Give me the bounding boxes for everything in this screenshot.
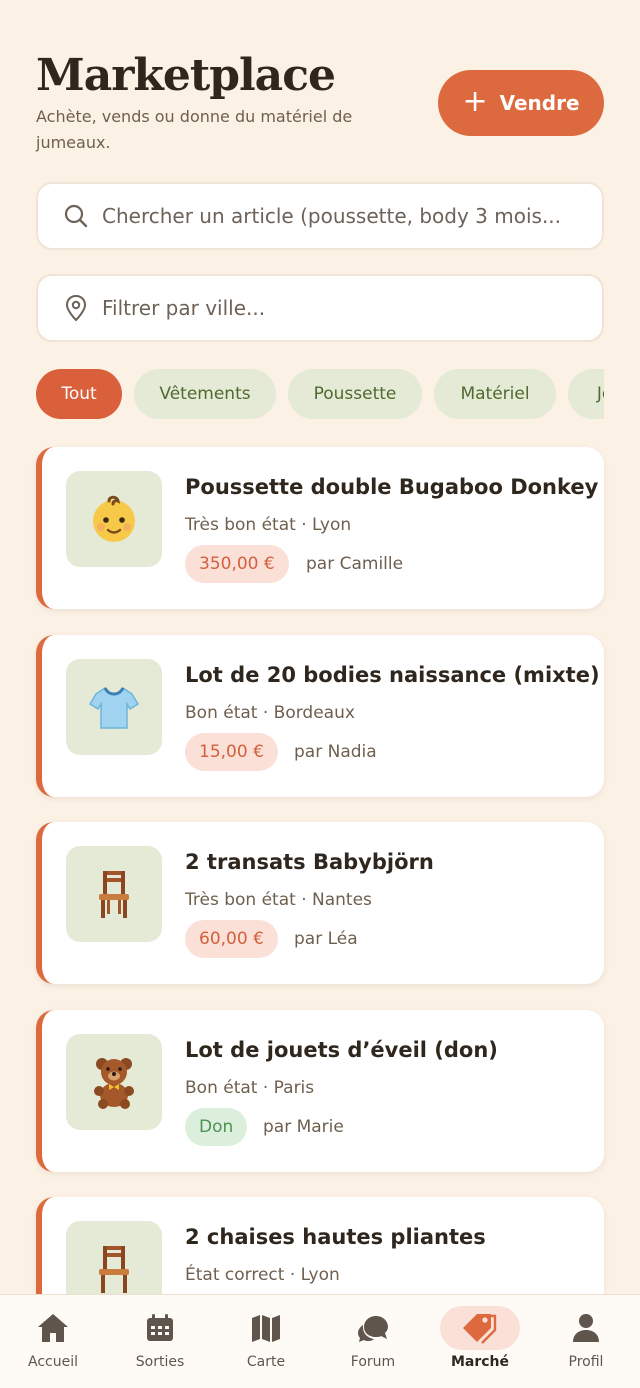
listing-card[interactable]: Lot de 20 bodies naissance (mixte) Bon é… bbox=[36, 635, 604, 797]
chip-stroller[interactable]: Poussette bbox=[288, 369, 422, 419]
seller-name: par Nadia bbox=[294, 742, 377, 762]
listing-title: 2 chaises hautes pliantes bbox=[185, 1225, 486, 1249]
user-icon bbox=[546, 1306, 626, 1350]
city-filter-placeholder: Filtrer par ville... bbox=[102, 296, 266, 320]
listing-meta: Bon état · Paris bbox=[185, 1078, 315, 1098]
chip-equipment[interactable]: Matériel bbox=[434, 369, 556, 419]
chair-icon bbox=[66, 846, 162, 942]
tab-label: Accueil bbox=[28, 1354, 78, 1370]
listing-card[interactable]: Lot de jouets d’éveil (don) Bon état · P… bbox=[36, 1010, 604, 1172]
seller-name: par Camille bbox=[306, 554, 404, 574]
chip-clothing[interactable]: Vêtements bbox=[134, 369, 276, 419]
page-subtitle: Achète, vends ou donne du matériel de ju… bbox=[36, 107, 353, 152]
listing-meta: Très bon état · Lyon bbox=[185, 515, 352, 535]
seller-name: par Léa bbox=[294, 929, 358, 949]
t-shirt-icon bbox=[66, 659, 162, 755]
chip-toys[interactable]: Jouets bbox=[568, 369, 604, 419]
listing-title: Lot de jouets d’éveil (don) bbox=[185, 1038, 498, 1062]
seller-name: par Marie bbox=[263, 1117, 344, 1137]
listing-card[interactable]: 2 transats Babybjörn Très bon état · Nan… bbox=[36, 822, 604, 984]
sell-button-label: Vendre bbox=[499, 91, 580, 115]
listing-meta: Bon état · Bordeaux bbox=[185, 703, 355, 723]
price-badge: 60,00 € bbox=[185, 920, 278, 958]
page-header: Marketplace Achète, vends ou donne du ma… bbox=[36, 50, 604, 160]
price-badge: 350,00 € bbox=[185, 545, 289, 583]
tab-label: Forum bbox=[350, 1354, 396, 1370]
tab-market[interactable]: Marché bbox=[427, 1295, 533, 1388]
teddy-bear-icon bbox=[66, 1034, 162, 1130]
plus-icon: + bbox=[462, 83, 488, 119]
calendar-icon bbox=[120, 1306, 200, 1350]
tab-map[interactable]: Carte bbox=[213, 1295, 319, 1388]
bottom-tab-bar: Accueil Sorties Carte Forum Marché Profi… bbox=[0, 1294, 640, 1388]
tab-forum[interactable]: Forum bbox=[320, 1295, 426, 1388]
tab-label: Carte bbox=[246, 1354, 286, 1370]
listing-title: 2 transats Babybjörn bbox=[185, 850, 434, 874]
tab-label: Marché bbox=[450, 1354, 510, 1370]
tab-label: Profil bbox=[568, 1354, 604, 1370]
chip-all[interactable]: Tout bbox=[36, 369, 122, 419]
price-badge: 15,00 € bbox=[185, 733, 278, 771]
listing-meta: État correct · Lyon bbox=[185, 1265, 340, 1285]
search-input[interactable]: Chercher un article (poussette, body 3 m… bbox=[36, 182, 604, 250]
tab-outings[interactable]: Sorties bbox=[107, 1295, 213, 1388]
sell-button[interactable]: + Vendre bbox=[438, 70, 604, 136]
listing-meta: Très bon état · Nantes bbox=[185, 890, 372, 910]
tab-home[interactable]: Accueil bbox=[0, 1295, 106, 1388]
donation-badge: Don bbox=[185, 1108, 248, 1146]
listing-title: Lot de 20 bodies naissance (mixte) bbox=[185, 663, 600, 687]
search-placeholder: Chercher un article (poussette, body 3 m… bbox=[102, 204, 562, 228]
price-tag-icon bbox=[440, 1306, 520, 1350]
baby-face-icon bbox=[66, 471, 162, 567]
city-filter-input[interactable]: Filtrer par ville... bbox=[36, 274, 604, 342]
map-icon bbox=[226, 1306, 306, 1350]
home-icon bbox=[13, 1306, 93, 1350]
search-icon bbox=[62, 202, 90, 230]
category-chips: Tout Vêtements Poussette Matériel Jouets bbox=[36, 369, 604, 421]
chat-bubbles-icon bbox=[333, 1306, 413, 1350]
listing-card[interactable]: Poussette double Bugaboo Donkey Très bon… bbox=[36, 447, 604, 609]
listing-title: Poussette double Bugaboo Donkey bbox=[185, 475, 599, 499]
map-pin-icon bbox=[62, 294, 90, 322]
tab-profile[interactable]: Profil bbox=[533, 1295, 639, 1388]
tab-label: Sorties bbox=[135, 1354, 185, 1370]
